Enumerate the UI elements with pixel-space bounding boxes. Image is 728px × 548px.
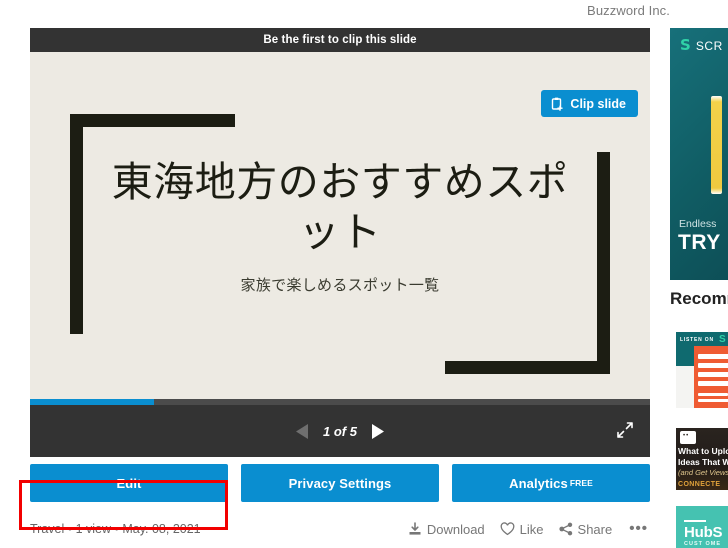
thumbnail-1-book-cover — [694, 346, 728, 408]
slide-meta-actions: Download Like Share ••• — [408, 521, 650, 537]
recommended-heading: Recommended — [670, 289, 728, 308]
right-sidebar: S SCR Endless TRY Recommended LISTEN ON … — [670, 0, 728, 548]
thumbnail-1-page-edge — [676, 366, 694, 408]
slide-player-column: Be the first to clip this slide 東海地方のおすす… — [0, 22, 670, 548]
thumbnail-3-rule — [684, 520, 706, 522]
share-label: Share — [577, 521, 613, 537]
scribd-advertisement[interactable]: S SCR Endless TRY — [670, 28, 728, 280]
download-icon — [408, 522, 422, 536]
pencil-graphic — [711, 96, 722, 194]
ad-subtitle: Endless — [679, 218, 717, 230]
share-icon — [558, 522, 573, 536]
analytics-free-badge: FREE — [569, 478, 593, 488]
thumbnail-2-line-1: What to Uploa — [678, 446, 728, 456]
fullscreen-button[interactable] — [616, 421, 634, 439]
brand-name: Buzzword Inc. — [587, 3, 670, 18]
analytics-label: Analytics — [509, 475, 568, 491]
slide-meta-row: Travel • 1 view • May. 08, 2021 Download — [30, 514, 650, 544]
download-label: Download — [426, 521, 485, 537]
badge-dots: •• — [683, 433, 690, 439]
privacy-settings-button[interactable]: Privacy Settings — [241, 464, 439, 502]
recommended-thumbnail-2[interactable]: •• What to Uploa Ideas That Will (and Ge… — [676, 428, 728, 490]
slide-counter: 1 of 5 — [323, 423, 357, 439]
slide-nav-cluster: 1 of 5 — [30, 405, 650, 457]
previous-slide-button[interactable] — [293, 422, 312, 441]
clip-slide-button[interactable]: Clip slide — [541, 90, 638, 117]
slide-frame-top-left-horizontal — [70, 114, 235, 127]
recommended-thumbnail-3[interactable]: HubS CUST OME — [676, 506, 728, 548]
next-slide-button[interactable] — [368, 422, 387, 441]
clip-banner: Be the first to clip this slide — [30, 28, 650, 52]
share-button[interactable]: Share — [558, 521, 613, 537]
like-label: Like — [519, 521, 544, 537]
clipboard-plus-icon — [551, 97, 564, 111]
slide-frame-bottom-right-vertical — [597, 152, 610, 374]
thumbnail-2-line-2: Ideas That Will — [678, 457, 728, 467]
like-button[interactable]: Like — [500, 522, 544, 537]
listen-on-label: LISTEN ON — [680, 337, 714, 343]
edit-button[interactable]: Edit — [30, 464, 228, 502]
scribd-logo-icon-small: S — [719, 334, 726, 345]
download-button[interactable]: Download — [408, 522, 485, 537]
clip-slide-label: Clip slide — [570, 96, 626, 111]
more-options-icon[interactable]: ••• — [627, 521, 650, 536]
slide-frame-bottom-right-horizontal — [445, 361, 610, 374]
slide-title: 東海地方のおすすめスポット — [111, 158, 569, 257]
player-control-bar: 1 of 5 — [30, 405, 650, 457]
slide-subtitle: 家族で楽しめるスポット一覧 — [240, 276, 440, 294]
hubspot-wordmark: HubS — [684, 524, 723, 541]
scribd-logo-icon: S — [680, 36, 691, 54]
edit-button-label: Edit — [116, 475, 142, 491]
analytics-button[interactable]: Analytics FREE — [452, 464, 650, 502]
slide-frame-top-left-vertical — [70, 114, 83, 334]
thumbnail-3-subtitle: CUST OME — [684, 541, 722, 547]
heart-icon — [500, 522, 515, 536]
slide-action-buttons: Edit Privacy Settings Analytics FREE — [30, 464, 650, 502]
privacy-settings-label: Privacy Settings — [288, 475, 392, 491]
recommended-thumbnail-1[interactable]: LISTEN ON S — [676, 332, 728, 408]
ad-cta-text: TRY — [678, 231, 721, 254]
ad-logo-text: SCR — [695, 38, 723, 53]
top-brand-line: Buzzword Inc. — [0, 0, 670, 22]
thumbnail-2-badge-icon: •• — [680, 431, 696, 444]
thumbnail-2-line-3: (and Get Views) — [678, 468, 728, 477]
thumbnail-2-bottom-text: CONNECTE — [678, 481, 721, 488]
ad-logo: S SCR — [680, 38, 723, 53]
slide-stage[interactable]: 東海地方のおすすめスポット 家族で楽しめるスポット一覧 Clip slide — [30, 52, 650, 399]
slide-meta-summary: Travel • 1 view • May. 08, 2021 — [30, 522, 201, 536]
fullscreen-expand-icon — [616, 422, 634, 442]
